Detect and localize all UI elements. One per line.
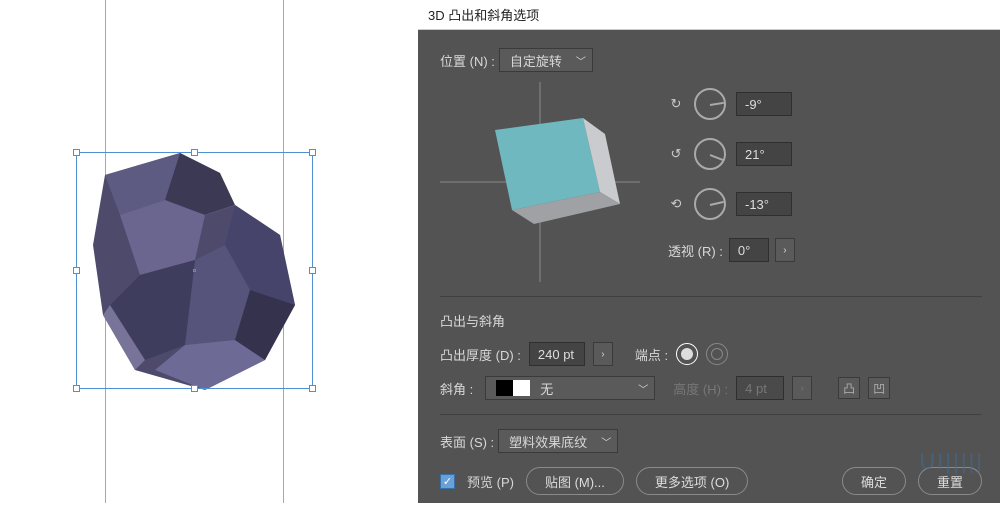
dialog-title: 3D 凸出和斜角选项 xyxy=(428,5,539,24)
chevron-down-icon: ﹀ xyxy=(576,53,586,68)
dialog-titlebar[interactable]: 3D 凸出和斜角选项 xyxy=(418,0,1000,30)
position-select[interactable]: 自定旋转 ﹀ xyxy=(499,48,593,72)
extrude-bevel-title: 凸出与斜角 xyxy=(440,311,982,330)
perspective-label: 透视 (R) : xyxy=(668,241,723,260)
chevron-down-icon: ﹀ xyxy=(601,434,611,449)
depth-input[interactable]: 240 pt xyxy=(529,342,585,366)
surface-label: 表面 (S) : xyxy=(440,432,494,451)
ok-button[interactable]: 确定 xyxy=(842,467,906,495)
rotate-x-input[interactable]: -9° xyxy=(736,92,792,116)
bevel-select[interactable]: 无 ﹀ xyxy=(485,376,655,400)
depth-stepper[interactable]: › xyxy=(593,342,613,366)
rotate-x-dial[interactable] xyxy=(694,88,726,120)
selection-bounds[interactable] xyxy=(76,152,313,389)
rotate-y-input[interactable]: 21° xyxy=(736,142,792,166)
bevel-out-icon[interactable]: 凹 xyxy=(868,377,890,399)
depth-label: 凸出厚度 (D) : xyxy=(440,345,521,364)
rotate-x-icon: ↻ xyxy=(668,96,684,112)
cap-off-button[interactable] xyxy=(706,343,728,365)
rotate-z-dial[interactable] xyxy=(694,188,726,220)
cap-label: 端点 : xyxy=(635,345,668,364)
map-button[interactable]: 贴图 (M)... xyxy=(526,467,624,495)
height-input: 4 pt xyxy=(736,376,784,400)
rotate-z-icon: ⟲ xyxy=(668,196,684,212)
height-label: 高度 (H) : xyxy=(673,379,728,398)
rotation-preview-cube[interactable] xyxy=(440,82,640,282)
cap-on-button[interactable] xyxy=(676,343,698,365)
preview-checkbox[interactable]: ✓ xyxy=(440,474,455,489)
dialog-3d-extrude-bevel: 3D 凸出和斜角选项 位置 (N) : 自定旋转 ﹀ ↻ xyxy=(418,0,1000,503)
bevel-in-icon[interactable]: 凸 xyxy=(838,377,860,399)
position-value: 自定旋转 xyxy=(510,51,562,70)
height-stepper: › xyxy=(792,376,812,400)
bevel-swatch-icon xyxy=(496,380,530,396)
rotate-y-dial[interactable] xyxy=(694,138,726,170)
perspective-stepper[interactable]: › xyxy=(775,238,795,262)
perspective-input[interactable]: 0° xyxy=(729,238,769,262)
surface-select[interactable]: 塑料效果底纹 ﹀ xyxy=(498,429,618,453)
preview-label: 预览 (P) xyxy=(467,472,514,491)
position-label: 位置 (N) : xyxy=(440,51,495,70)
chevron-down-icon: ﹀ xyxy=(638,381,648,396)
rotate-y-icon: ↺ xyxy=(668,146,684,162)
bevel-label: 斜角 : xyxy=(440,379,473,398)
rotate-z-input[interactable]: -13° xyxy=(736,192,792,216)
reset-button[interactable]: 重置 xyxy=(918,467,982,495)
canvas-area xyxy=(0,0,418,503)
more-options-button[interactable]: 更多选项 (O) xyxy=(636,467,748,495)
